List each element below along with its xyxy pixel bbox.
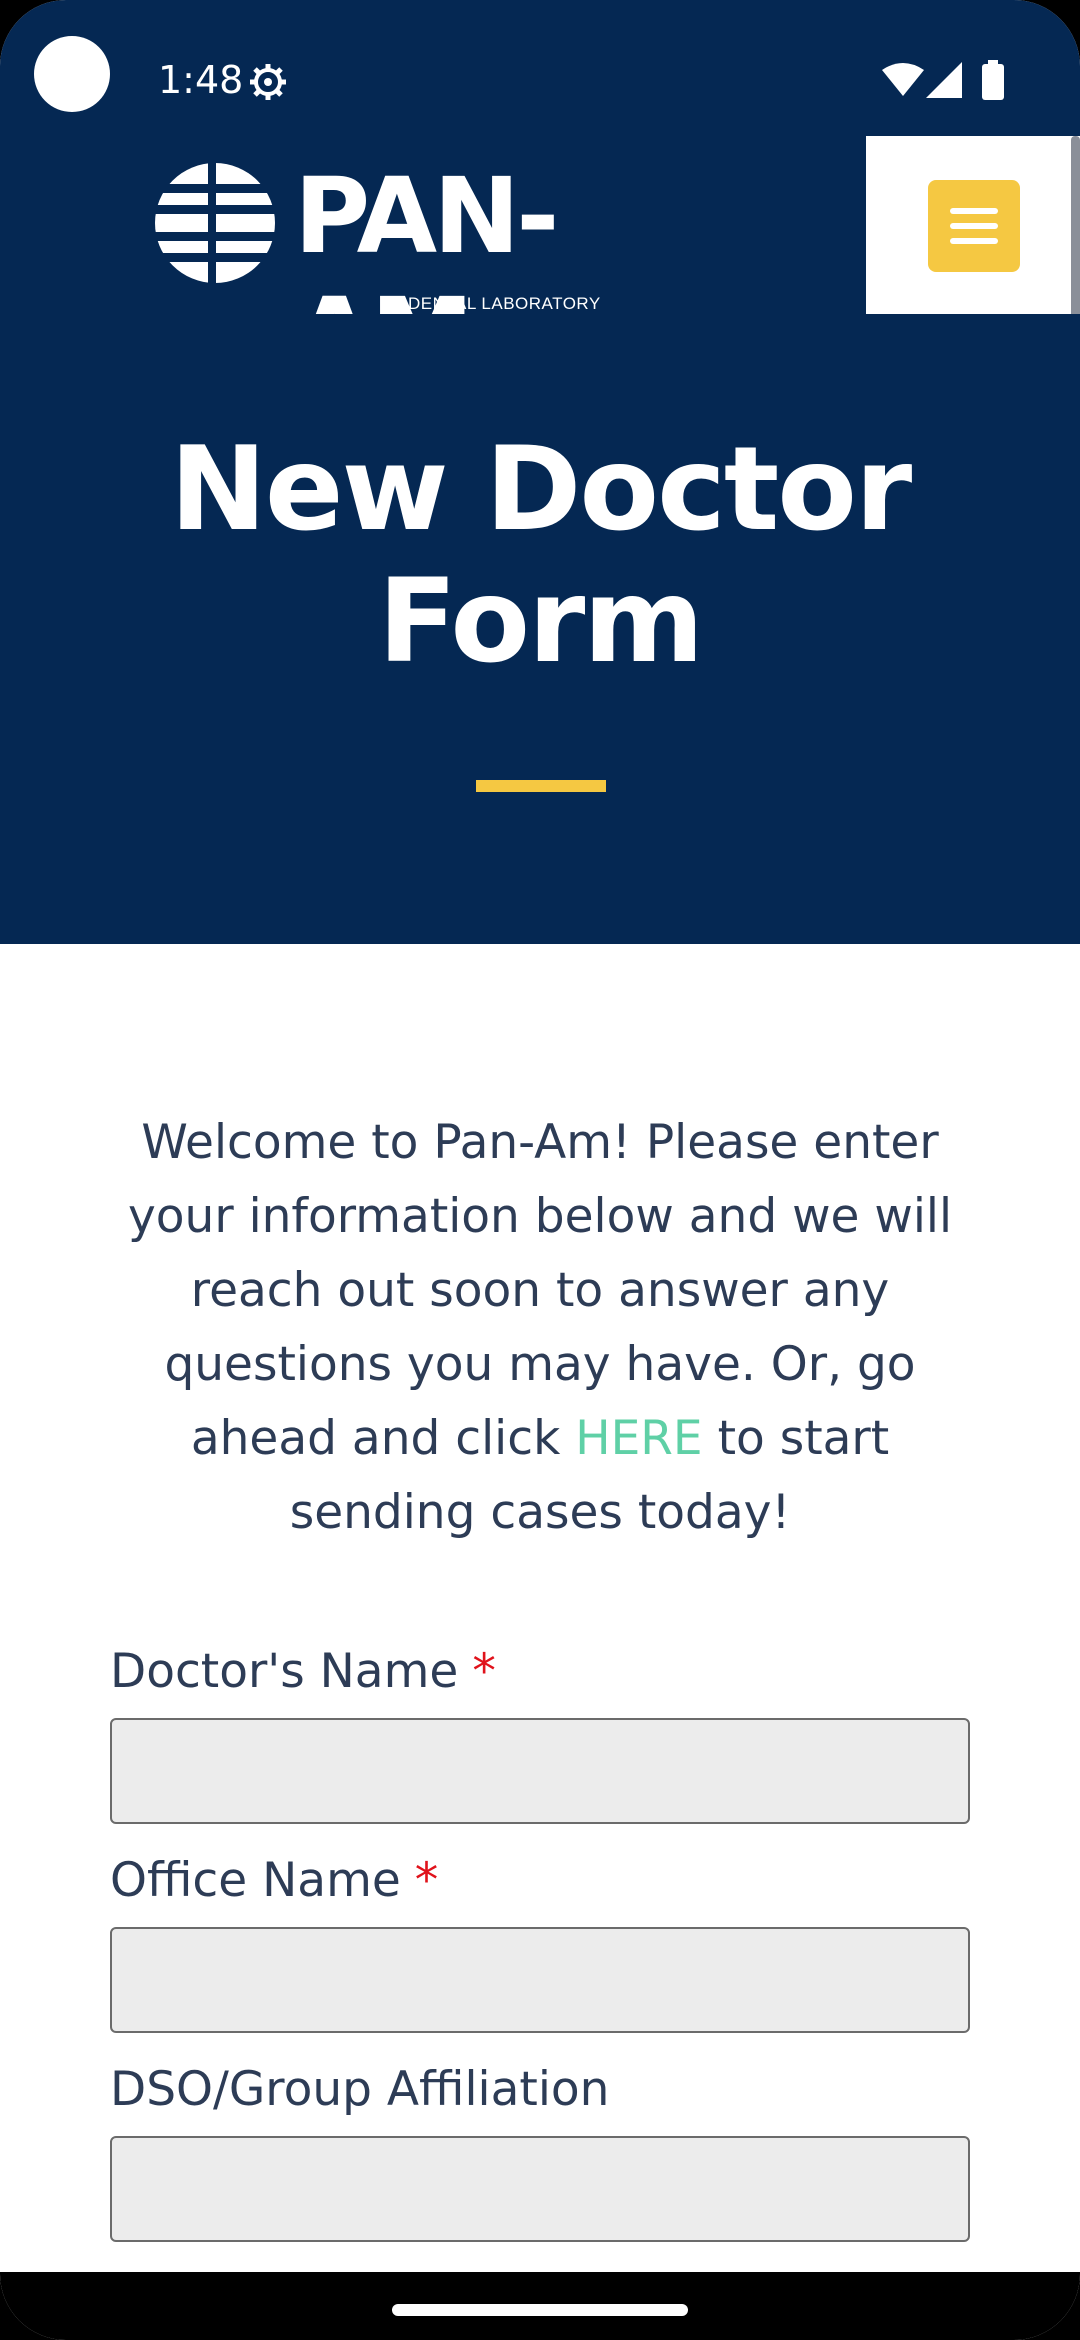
home-indicator[interactable]: [392, 2304, 688, 2316]
dso-group-affiliation-input[interactable]: [110, 2136, 970, 2242]
intro-text: Welcome to Pan-Am! Please enter your inf…: [104, 1106, 976, 1550]
page-title-line-2: Form: [377, 554, 704, 689]
page-title-line-1: New Doctor: [169, 422, 912, 557]
site-header: PAN-AM DENTAL LABORATORY: [0, 136, 1080, 396]
hero-banner: New Doctor Form: [0, 314, 1080, 944]
system-nav-bar: [0, 2272, 1080, 2340]
doctor-name-label: Doctor's Name *: [110, 1644, 496, 1699]
hamburger-menu-button[interactable]: [928, 180, 1020, 272]
camera-cutout: [34, 36, 110, 112]
battery-icon: [982, 60, 1004, 100]
title-divider: [476, 780, 606, 792]
dso-group-affiliation-label: DSO/Group Affiliation: [110, 2062, 610, 2117]
panam-logo[interactable]: PAN-AM DENTAL LABORATORY: [154, 156, 714, 396]
required-asterisk: *: [472, 1644, 496, 1699]
here-link[interactable]: HERE: [575, 1411, 702, 1466]
gear-icon: [250, 64, 286, 100]
phone-screen: 1:48 PAN- DENTAL LABORATORY New Doctor F…: [0, 0, 1080, 2340]
page-title: New Doctor Form: [60, 424, 1020, 688]
office-name-label: Office Name *: [110, 1853, 439, 1908]
doctor-name-input[interactable]: [110, 1718, 970, 1824]
office-name-input[interactable]: [110, 1927, 970, 2033]
hamburger-menu-icon-bar-1: [950, 208, 998, 214]
required-asterisk: *: [414, 1853, 439, 1908]
status-time: 1:48: [158, 58, 244, 102]
status-bar: 1:48: [0, 0, 1080, 136]
globe-icon: [154, 162, 276, 284]
hamburger-menu-icon-bar-2: [950, 223, 998, 229]
signal-icon: [926, 62, 962, 98]
wifi-icon: [882, 63, 924, 96]
logo-subtext: DENTAL LABORATORY: [408, 294, 601, 313]
menu-container: [866, 136, 1080, 314]
hamburger-menu-icon-bar-3: [950, 238, 998, 244]
